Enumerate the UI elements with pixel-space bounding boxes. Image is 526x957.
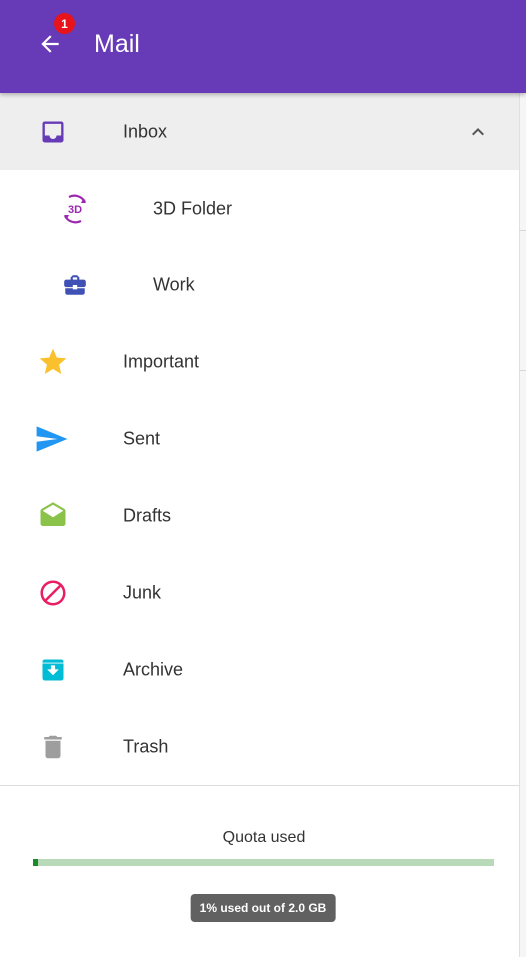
nav-label-important: Important: [123, 351, 200, 371]
app-header: 1 Mail: [0, 0, 526, 93]
nav-item-archive[interactable]: Archive: [0, 631, 519, 708]
quota-tooltip: 1% used out of 2.0 GB: [190, 894, 336, 922]
content-edge-divider: [519, 230, 526, 231]
quota-label: Quota used: [222, 829, 306, 846]
trash-icon: [38, 732, 68, 762]
nav-label-work: Work: [153, 274, 195, 294]
notification-badge: 1: [54, 13, 75, 34]
nav-item-inbox[interactable]: Inbox: [0, 93, 519, 170]
nav-label-drafts: Drafts: [123, 505, 172, 525]
drafts-icon: [38, 501, 68, 531]
star-icon: [37, 346, 69, 378]
nav-label-3d-folder: 3D Folder: [153, 198, 233, 218]
quota-progress-fill: [33, 859, 38, 866]
nav-label-inbox: Inbox: [123, 121, 168, 141]
nav-item-sent[interactable]: Sent: [0, 400, 519, 477]
drawer-divider: [0, 785, 519, 786]
nav-label-junk: Junk: [123, 582, 162, 602]
3d-icon-text: 3D: [68, 204, 82, 216]
archive-icon: [39, 656, 67, 684]
send-icon: [35, 425, 69, 453]
content-edge-divider: [519, 370, 526, 371]
nav-label-trash: Trash: [123, 736, 169, 756]
quota-progress-bar: [33, 859, 494, 866]
block-icon: [38, 578, 68, 608]
nav-label-archive: Archive: [123, 659, 184, 679]
nav-item-drafts[interactable]: Drafts: [0, 477, 519, 554]
3d-folder-icon: 3D: [58, 192, 92, 226]
inbox-icon: [39, 118, 67, 146]
folder-drawer: Inbox 3D 3D Folder Work Important Sent D…: [0, 93, 519, 957]
nav-item-work[interactable]: Work: [0, 246, 519, 323]
briefcase-icon: [62, 272, 88, 298]
nav-item-important[interactable]: Important: [0, 323, 519, 400]
nav-item-junk[interactable]: Junk: [0, 554, 519, 631]
page-title: Mail: [94, 30, 140, 58]
content-edge: [519, 93, 526, 957]
chevron-up-icon[interactable]: [466, 120, 490, 144]
nav-item-3d-folder[interactable]: 3D 3D Folder: [0, 170, 519, 247]
nav-label-sent: Sent: [123, 428, 161, 448]
nav-item-trash[interactable]: Trash: [0, 708, 519, 785]
arrow-back-icon: [37, 31, 63, 62]
mail-app: 1 Mail Inbox 3D 3D Folder Work Important…: [0, 0, 526, 957]
